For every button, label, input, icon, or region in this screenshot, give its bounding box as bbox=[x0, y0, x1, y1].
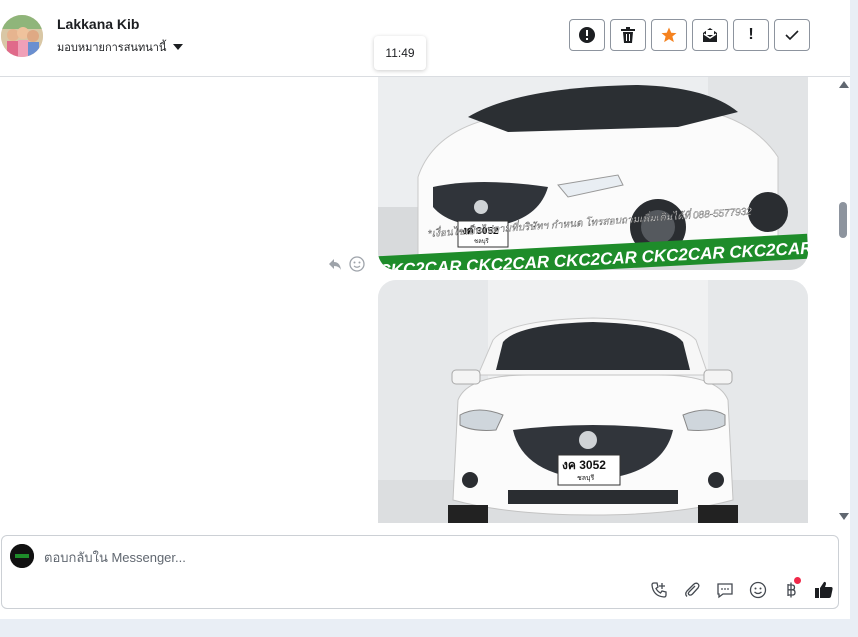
header-actions: ! bbox=[569, 19, 810, 51]
trash-icon bbox=[621, 27, 635, 43]
payment-button[interactable] bbox=[779, 577, 802, 601]
star-icon bbox=[661, 27, 677, 43]
composer-tools bbox=[647, 577, 835, 601]
assign-conversation-dropdown[interactable]: มอบหมายการสนทนานี้ bbox=[57, 38, 184, 56]
thumbs-up-icon bbox=[814, 581, 833, 598]
follow-up-button[interactable]: ! bbox=[733, 19, 769, 51]
like-button[interactable] bbox=[812, 578, 835, 601]
assign-label: มอบหมายการสนทนานี้ bbox=[57, 42, 167, 54]
timestamp-tooltip: 11:49 bbox=[374, 36, 426, 70]
paperclip-icon bbox=[684, 582, 700, 597]
scroll-down-arrow-icon[interactable] bbox=[839, 513, 849, 520]
car-photo-message-2[interactable]: งค 3052 ชลบุรี bbox=[378, 280, 808, 523]
window-edge bbox=[850, 0, 858, 637]
star-button[interactable] bbox=[651, 19, 687, 51]
reply-composer bbox=[1, 535, 839, 609]
saved-reply-icon bbox=[716, 582, 733, 598]
contact-avatar[interactable] bbox=[1, 15, 43, 57]
exclamation-icon: ! bbox=[748, 26, 754, 43]
react-emoji-icon[interactable] bbox=[349, 256, 365, 272]
spam-button[interactable] bbox=[569, 19, 605, 51]
call-button[interactable] bbox=[647, 578, 670, 601]
scroll-thumb[interactable] bbox=[839, 202, 847, 238]
emoji-button[interactable] bbox=[746, 578, 769, 601]
reply-input[interactable] bbox=[44, 546, 644, 568]
message-thread[interactable]: งค 3052 ชลบุรี *เงื่อนไขเป็นไปตามที่บริษ… bbox=[0, 77, 850, 523]
plate-text-2: งค 3052 bbox=[562, 458, 606, 472]
mark-done-button[interactable] bbox=[774, 19, 810, 51]
envelope-icon bbox=[703, 28, 717, 42]
plate-province-2: ชลบุรี bbox=[577, 474, 594, 482]
phone-plus-icon bbox=[650, 581, 667, 598]
message-reactions bbox=[327, 256, 365, 272]
exclamation-circle-icon bbox=[579, 27, 595, 43]
notification-dot bbox=[794, 577, 801, 584]
delete-button[interactable] bbox=[610, 19, 646, 51]
emoji-icon bbox=[749, 581, 766, 598]
reply-icon[interactable] bbox=[327, 256, 343, 272]
caret-down-icon bbox=[173, 44, 184, 50]
attach-button[interactable] bbox=[680, 578, 703, 601]
page-footer bbox=[0, 619, 850, 637]
scroll-up-arrow-icon[interactable] bbox=[839, 81, 849, 88]
mark-unread-button[interactable] bbox=[692, 19, 728, 51]
thread-scrollbar[interactable] bbox=[838, 77, 850, 523]
contact-name[interactable]: Lakkana Kib bbox=[57, 16, 139, 32]
page-avatar bbox=[10, 544, 34, 568]
plate-province-1: ชลบุรี bbox=[474, 237, 490, 245]
car-photo-message-1[interactable]: งค 3052 ชลบุรี *เงื่อนไขเป็นไปตามที่บริษ… bbox=[378, 77, 808, 270]
saved-replies-button[interactable] bbox=[713, 578, 736, 601]
check-icon bbox=[785, 30, 799, 41]
